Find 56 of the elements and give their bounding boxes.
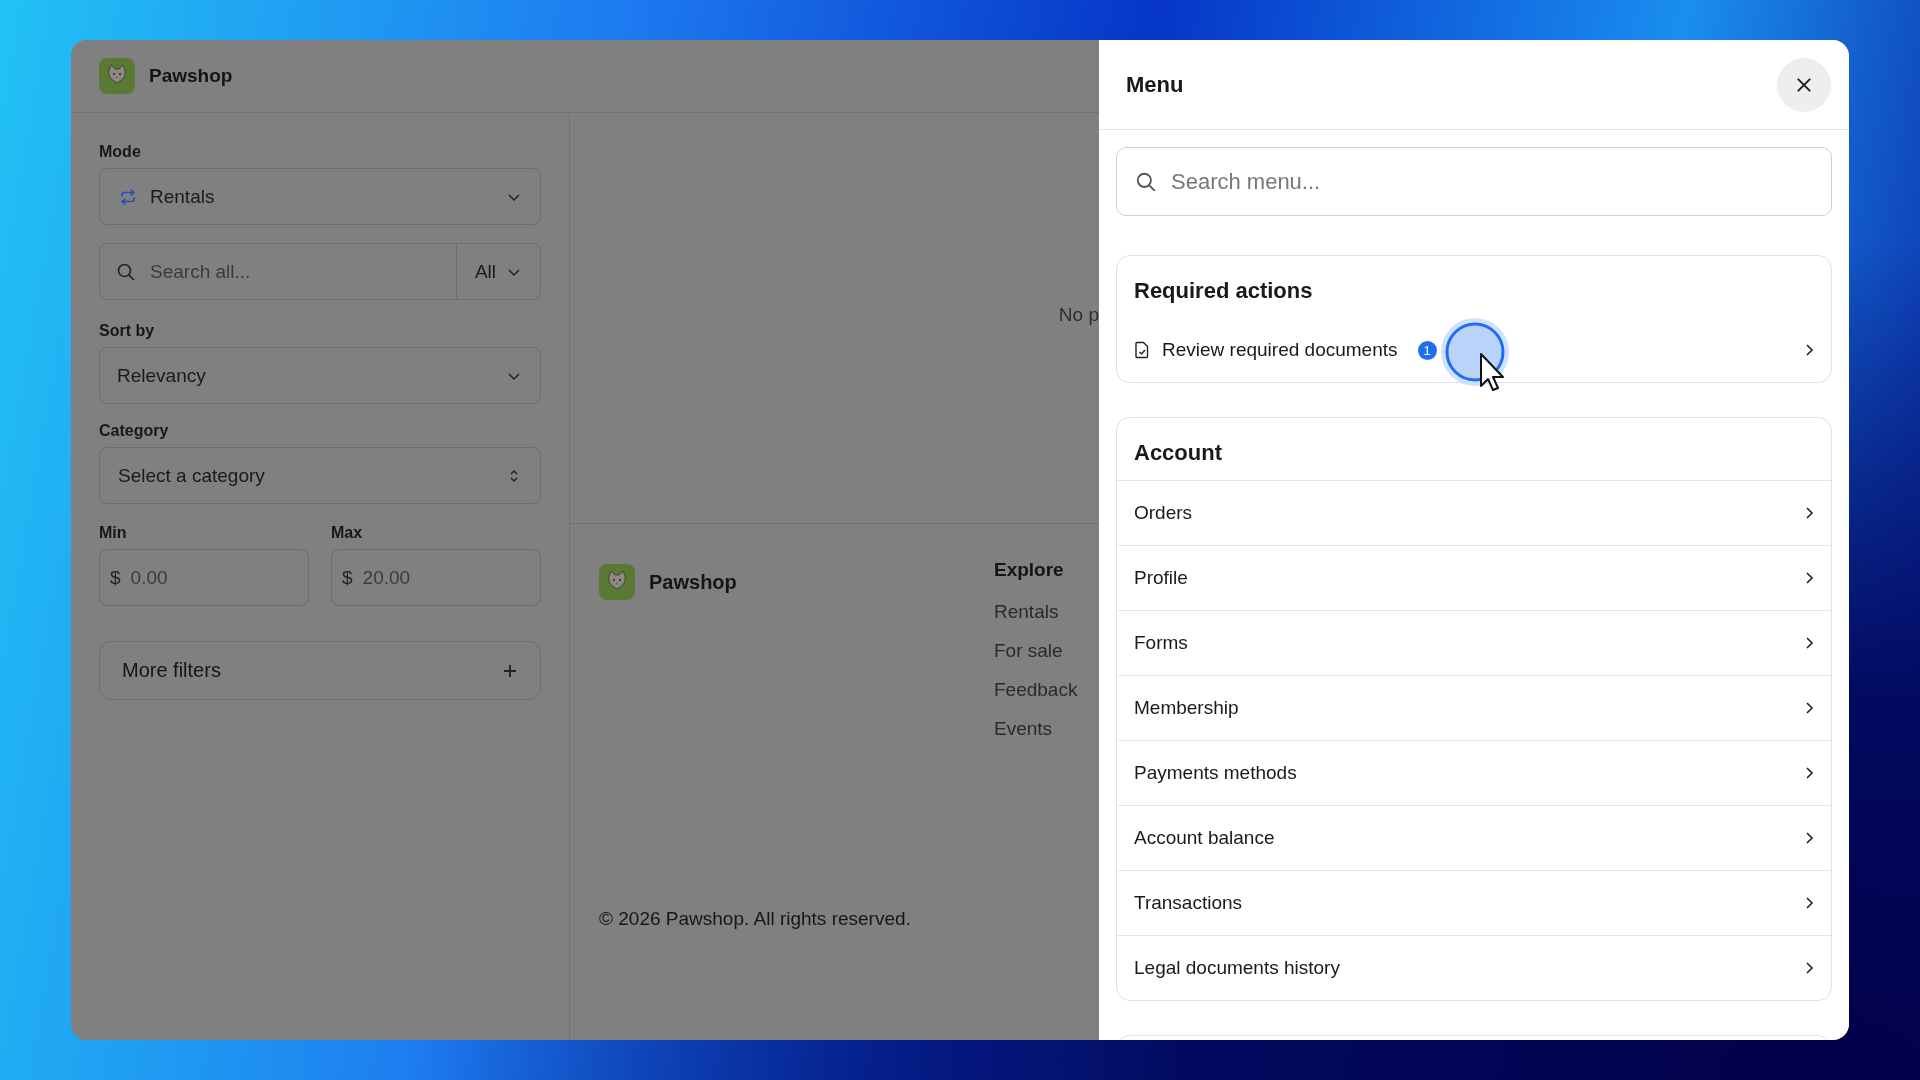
menu-item[interactable]: Account balance: [1117, 805, 1831, 870]
more-filters-button[interactable]: More filters: [99, 641, 541, 700]
footer-heading: Explore: [994, 559, 1065, 581]
chevron-right-icon: [1804, 570, 1814, 586]
mode-select[interactable]: Rentals: [99, 168, 541, 225]
footer-link[interactable]: Rentals: [994, 601, 1099, 623]
chevron-right-icon: [1804, 635, 1814, 651]
chevron-right-icon: [1804, 960, 1814, 976]
price-field[interactable]: 0.00: [130, 550, 298, 605]
menu-item[interactable]: Membership: [1117, 675, 1831, 740]
menu-title: Menu: [1126, 71, 1184, 98]
menu-item[interactable]: Payments methods: [1117, 740, 1831, 805]
search-field[interactable]: Search all...: [99, 243, 457, 300]
category-select[interactable]: Select a category: [99, 447, 541, 504]
search-icon: [116, 261, 136, 282]
plus-icon: [502, 662, 518, 679]
currency-symbol: $: [110, 566, 121, 589]
price-field[interactable]: $ 20.00: [331, 549, 541, 606]
menu-item[interactable]: Transactions: [1117, 870, 1831, 935]
chevron-right-icon: [1804, 342, 1814, 358]
search-icon: [1135, 170, 1157, 193]
search-field[interactable]: Search all...: [150, 244, 440, 299]
cat-logo-icon: [599, 564, 635, 600]
price-field[interactable]: 20.00: [362, 550, 530, 605]
footer-link[interactable]: Events: [994, 718, 1099, 740]
empty-results-text: No p: [1058, 304, 1099, 326]
sort-select[interactable]: Relevancy: [99, 347, 541, 404]
chevron-right-icon: [1804, 505, 1814, 521]
category-label: Category: [99, 422, 170, 440]
price-label: Max: [331, 524, 364, 542]
footer-link[interactable]: Feedback: [994, 679, 1099, 701]
repeat-icon: [118, 186, 138, 207]
cat-logo-icon: [99, 58, 135, 94]
menu-item[interactable]: Profile: [1117, 545, 1831, 610]
document-check-icon: [1134, 341, 1150, 359]
section-title: Account: [1133, 439, 1223, 467]
chevron-right-icon: [1804, 895, 1814, 911]
price-label: Min: [99, 524, 128, 542]
scope-select[interactable]: All: [457, 243, 541, 300]
footer-link[interactable]: For sale: [994, 640, 1099, 662]
menu-item[interactable]: Orders: [1117, 480, 1831, 545]
chevron-right-icon: [1804, 765, 1814, 781]
brand-name: Pawshop: [149, 65, 233, 87]
menu-item[interactable]: Forms: [1117, 610, 1831, 675]
close-icon: [1795, 75, 1813, 94]
mode-label: Mode: [99, 143, 142, 161]
price-field[interactable]: $ 0.00: [99, 549, 309, 606]
footer-brand-name: Pawshop: [649, 570, 737, 594]
chevron-right-icon: [1804, 830, 1814, 846]
count-badge: 1: [1417, 340, 1437, 360]
section-title: Required actions: [1133, 277, 1314, 305]
menu-item[interactable]: Legal documents history: [1117, 935, 1831, 1000]
copyright-text: © 2026 Pawshop. All rights reserved.: [599, 908, 912, 930]
sort-label: Sort by: [99, 322, 156, 340]
chevron-right-icon: [1804, 700, 1814, 716]
currency-symbol: $: [342, 566, 353, 589]
